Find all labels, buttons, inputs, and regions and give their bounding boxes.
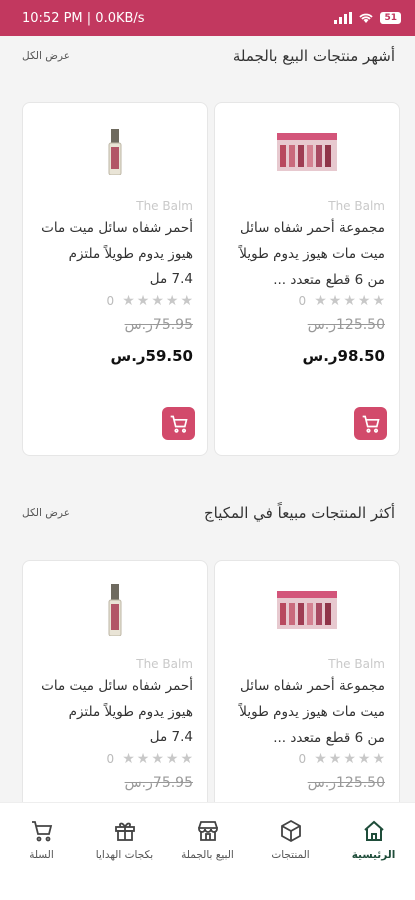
product-brand: The Balm bbox=[328, 199, 385, 213]
section-header: أشهر منتجات البيع بالجملة عرض الكل bbox=[0, 36, 415, 76]
star-icon: ★ bbox=[328, 751, 342, 767]
rating-count: 0 bbox=[298, 752, 307, 766]
product-image bbox=[23, 577, 207, 643]
section-header: أكثر المنتجات مبيعاً في المكياج عرض الكل bbox=[0, 493, 415, 533]
star-icon: ★ bbox=[314, 293, 327, 309]
lipstick-set-image bbox=[277, 133, 337, 171]
star-icon: ★ bbox=[343, 751, 356, 767]
rating: ★ ★ ★ ★ ★ 0 bbox=[107, 294, 193, 308]
product-brand: The Balm bbox=[136, 199, 193, 213]
product-card[interactable]: The Balm مجموعة أحمر شفاه سائل ميت مات ه… bbox=[214, 102, 400, 456]
cart-icon bbox=[31, 821, 52, 842]
product-brand: The Balm bbox=[136, 657, 193, 671]
star-icon: ★ bbox=[180, 293, 193, 309]
rating-count: 0 bbox=[106, 752, 115, 766]
price: 59.50ر.س bbox=[110, 347, 194, 365]
view-all-link[interactable]: عرض الكل bbox=[22, 507, 70, 519]
star-icon: ★ bbox=[357, 751, 371, 767]
star-icon: ★ bbox=[372, 751, 385, 767]
nav-label: المنتجات bbox=[271, 849, 310, 861]
star-icon: ★ bbox=[122, 293, 135, 309]
rating: ★ ★ ★ ★ ★ 0 bbox=[299, 752, 385, 766]
nav-label: السلة bbox=[29, 849, 54, 861]
home-content[interactable]: أشهر منتجات البيع بالجملة عرض الكل The B… bbox=[0, 36, 415, 802]
product-name[interactable]: مجموعة أحمر شفاه سائل ميت مات هيوز يدوم … bbox=[227, 673, 385, 751]
star-icon: ★ bbox=[151, 293, 164, 309]
star-icon: ★ bbox=[136, 293, 150, 309]
store-icon bbox=[197, 821, 218, 841]
product-name[interactable]: مجموعة أحمر شفاه سائل ميت مات هيوز يدوم … bbox=[227, 215, 385, 293]
product-card[interactable]: The Balm مجموعة أحمر شفاه سائل ميت مات ه… bbox=[214, 560, 400, 802]
star-icon: ★ bbox=[165, 751, 179, 767]
rating: ★ ★ ★ ★ ★ 0 bbox=[299, 294, 385, 308]
star-icon: ★ bbox=[372, 293, 385, 309]
nav-wholesale[interactable]: البيع بالجملة bbox=[166, 819, 249, 900]
product-brand: The Balm bbox=[328, 657, 385, 671]
section-title: أكثر المنتجات مبيعاً في المكياج bbox=[203, 504, 395, 522]
old-price: 75.95ر.س bbox=[124, 775, 193, 791]
nav-label: الرئيسية bbox=[351, 849, 396, 861]
status-icons: 51 bbox=[334, 12, 401, 24]
wifi-icon bbox=[359, 13, 374, 23]
lipstick-single-image bbox=[108, 129, 122, 175]
old-price: 75.95ر.س bbox=[124, 317, 193, 333]
old-price: 125.50ر.س bbox=[307, 775, 385, 791]
battery-icon: 51 bbox=[380, 12, 401, 24]
rating-count: 0 bbox=[106, 294, 115, 308]
product-image bbox=[215, 119, 399, 185]
nav-gift-packages[interactable]: بكجات الهدايا bbox=[83, 819, 166, 900]
old-price: 125.50ر.س bbox=[307, 317, 385, 333]
star-icon: ★ bbox=[180, 751, 193, 767]
product-size: 7.4 مل bbox=[149, 271, 193, 287]
nav-cart[interactable]: السلة bbox=[0, 819, 83, 900]
home-icon bbox=[363, 820, 384, 841]
add-to-cart-button[interactable] bbox=[354, 407, 387, 440]
price: 98.50ر.س bbox=[302, 347, 386, 365]
star-icon: ★ bbox=[122, 751, 135, 767]
product-image bbox=[215, 577, 399, 643]
rating: ★ ★ ★ ★ ★ 0 bbox=[107, 752, 193, 766]
nav-products[interactable]: المنتجات bbox=[249, 819, 332, 900]
add-to-cart-button[interactable] bbox=[162, 407, 195, 440]
product-card[interactable]: The Balm أحمر شفاه سائل ميت مات هيوز يدو… bbox=[22, 102, 208, 456]
product-size: 7.4 مل bbox=[149, 729, 193, 745]
box-icon bbox=[280, 819, 301, 843]
product-image bbox=[23, 119, 207, 185]
star-icon: ★ bbox=[343, 293, 356, 309]
signal-icon bbox=[334, 12, 353, 24]
cart-icon bbox=[170, 415, 188, 433]
lipstick-single-image bbox=[108, 584, 122, 636]
rating-count: 0 bbox=[298, 294, 307, 308]
view-all-link[interactable]: عرض الكل bbox=[22, 50, 70, 62]
star-icon: ★ bbox=[357, 293, 371, 309]
star-icon: ★ bbox=[328, 293, 342, 309]
cart-icon bbox=[362, 415, 380, 433]
nav-label: البيع بالجملة bbox=[181, 849, 234, 861]
star-icon: ★ bbox=[314, 751, 327, 767]
star-icon: ★ bbox=[165, 293, 179, 309]
product-card[interactable]: The Balm أحمر شفاه سائل ميت مات هيوز يدو… bbox=[22, 560, 208, 802]
star-icon: ★ bbox=[136, 751, 150, 767]
nav-home[interactable]: الرئيسية bbox=[332, 819, 415, 900]
status-bar: 10:52 PM | 0.0KB/s 51 bbox=[0, 0, 415, 36]
bottom-nav: الرئيسية المنتجات البيع بالجملة بكجات ال… bbox=[0, 802, 415, 900]
status-time: 10:52 PM | 0.0KB/s bbox=[22, 10, 145, 26]
nav-label: بكجات الهدايا bbox=[95, 849, 154, 861]
gift-icon bbox=[114, 822, 135, 841]
lipstick-set-image bbox=[277, 591, 337, 629]
section-title: أشهر منتجات البيع بالجملة bbox=[232, 47, 395, 65]
star-icon: ★ bbox=[151, 751, 164, 767]
